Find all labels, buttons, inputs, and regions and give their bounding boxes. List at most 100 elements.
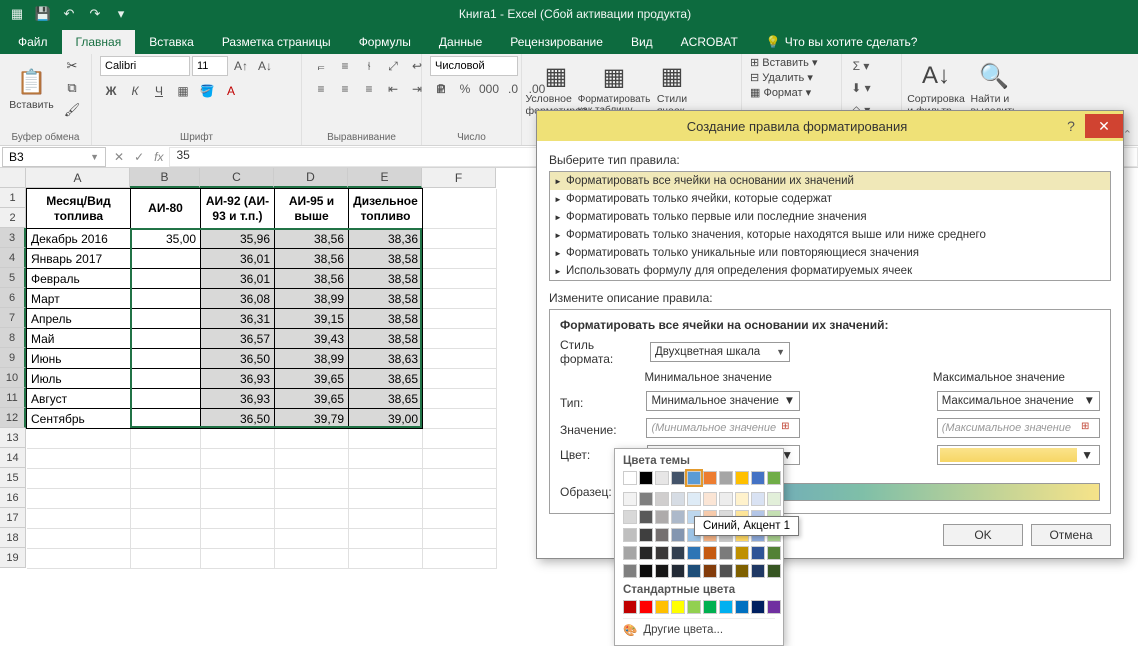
row-header-2[interactable]: 2 [0, 208, 26, 228]
row-header-15[interactable]: 15 [0, 468, 26, 488]
format-cells-button[interactable]: ▦ Формат ▾ [750, 86, 811, 99]
color-swatch[interactable] [735, 492, 749, 506]
table-cell[interactable] [131, 269, 201, 289]
name-box-dropdown-icon[interactable]: ▼ [90, 152, 99, 162]
color-swatch[interactable] [623, 546, 637, 560]
row-header-17[interactable]: 17 [0, 508, 26, 528]
save-button[interactable]: 💾 [32, 3, 54, 25]
row-header-10[interactable]: 10 [0, 368, 26, 388]
color-swatch[interactable] [735, 564, 749, 578]
tab-review[interactable]: Рецензирование [496, 30, 617, 54]
table-header-cell[interactable]: АИ-95 и выше [275, 189, 349, 229]
color-swatch[interactable] [639, 510, 653, 524]
color-swatch[interactable] [767, 546, 781, 560]
col-header-A[interactable]: A [26, 168, 130, 188]
align-top-button[interactable]: ⫭ [310, 56, 332, 76]
color-swatch[interactable] [703, 546, 717, 560]
table-cell[interactable] [131, 249, 201, 269]
color-swatch[interactable] [751, 564, 765, 578]
delete-cells-button[interactable]: ⊟ Удалить ▾ [750, 71, 813, 84]
increase-decimal-button[interactable]: .0 [502, 79, 524, 99]
color-swatch[interactable] [719, 546, 733, 560]
table-row-month[interactable]: Январь 2017 [27, 249, 131, 269]
align-center-button[interactable]: ≡ [334, 79, 356, 99]
color-swatch[interactable] [751, 546, 765, 560]
min-value-input[interactable]: (Минимальное значение⊞ [646, 418, 800, 438]
table-cell[interactable]: 38,58 [349, 269, 423, 289]
max-type-combo[interactable]: Максимальное значение▼ [937, 391, 1100, 411]
color-swatch[interactable] [719, 471, 733, 485]
row-header-14[interactable]: 14 [0, 448, 26, 468]
decrease-indent-button[interactable]: ⇤ [382, 79, 404, 99]
cancel-button[interactable]: Отмена [1031, 524, 1111, 546]
table-cell[interactable]: 38,58 [349, 309, 423, 329]
color-swatch[interactable] [623, 564, 637, 578]
font-color-button[interactable]: A [220, 81, 242, 101]
table-row-month[interactable]: Июль [27, 369, 131, 389]
color-swatch[interactable] [767, 600, 781, 614]
color-swatch[interactable] [703, 564, 717, 578]
table-row-month[interactable]: Июнь [27, 349, 131, 369]
comma-button[interactable]: 000 [478, 79, 500, 99]
table-cell[interactable]: 36,31 [201, 309, 275, 329]
row-header-9[interactable]: 9 [0, 348, 26, 368]
max-color-picker[interactable]: ▼ [937, 445, 1100, 465]
color-swatch[interactable] [623, 471, 637, 485]
tell-me[interactable]: 💡Что вы хотите сделать? [752, 30, 932, 54]
color-swatch[interactable] [751, 600, 765, 614]
row-header-18[interactable]: 18 [0, 528, 26, 548]
table-cell[interactable] [131, 349, 201, 369]
table-cell[interactable]: 38,58 [349, 289, 423, 309]
color-swatch[interactable] [655, 546, 669, 560]
table-row-month[interactable]: Апрель [27, 309, 131, 329]
table-cell[interactable] [131, 389, 201, 409]
ok-button[interactable]: OK [943, 524, 1023, 546]
color-swatch[interactable] [703, 600, 717, 614]
color-swatch[interactable] [735, 600, 749, 614]
color-swatch[interactable] [687, 564, 701, 578]
more-colors-item[interactable]: 🎨 Другие цвета... [623, 618, 775, 641]
color-swatch[interactable] [767, 564, 781, 578]
tab-acrobat[interactable]: ACROBAT [667, 30, 752, 54]
color-swatch[interactable] [687, 471, 701, 485]
row-header-7[interactable]: 7 [0, 308, 26, 328]
number-format-combo[interactable]: Числовой [430, 56, 518, 76]
color-swatch[interactable] [687, 546, 701, 560]
table-header-cell[interactable]: АИ-92 (АИ- 93 и т.п.) [201, 189, 275, 229]
dialog-titlebar[interactable]: Создание правила форматирования ? ✕ [537, 111, 1123, 141]
redo-button[interactable]: ↷ [84, 3, 106, 25]
cut-button[interactable]: ✂ [61, 56, 83, 76]
color-swatch[interactable] [655, 600, 669, 614]
fill-button[interactable]: ⬇ ▾ [850, 78, 872, 98]
table-cell[interactable]: 39,15 [275, 309, 349, 329]
row-header-12[interactable]: 12 [0, 408, 26, 428]
orientation-button[interactable]: ⤢ [382, 56, 404, 76]
color-swatch[interactable] [623, 600, 637, 614]
range-picker-icon[interactable]: ⊞ [781, 421, 795, 435]
color-swatch[interactable] [655, 528, 669, 542]
row-header-6[interactable]: 6 [0, 288, 26, 308]
rule-type-list[interactable]: Форматировать все ячейки на основании их… [549, 171, 1111, 281]
rule-type-item[interactable]: Форматировать только уникальные или повт… [550, 244, 1110, 262]
color-swatch[interactable] [671, 528, 685, 542]
color-swatch[interactable] [655, 564, 669, 578]
color-swatch[interactable] [735, 546, 749, 560]
table-row-month[interactable]: Март [27, 289, 131, 309]
qat-customize[interactable]: ▾ [110, 3, 132, 25]
color-swatch[interactable] [623, 492, 637, 506]
row-header-1[interactable]: 1 [0, 188, 26, 208]
table-cell[interactable]: 35,00 [131, 229, 201, 249]
row-header-13[interactable]: 13 [0, 428, 26, 448]
col-header-C[interactable]: C [200, 168, 274, 188]
increase-font-button[interactable]: A↑ [230, 56, 252, 76]
dialog-close-button[interactable]: ✕ [1085, 114, 1123, 138]
table-cell[interactable]: 39,00 [349, 409, 423, 429]
tab-home[interactable]: Главная [62, 30, 136, 54]
color-swatch[interactable] [687, 492, 701, 506]
font-size-combo[interactable]: 11 [192, 56, 228, 76]
format-style-combo[interactable]: Двухцветная шкала▼ [650, 342, 790, 362]
table-header-cell[interactable]: Месяц/Вид топлива [27, 189, 131, 229]
undo-button[interactable]: ↶ [58, 3, 80, 25]
color-swatch[interactable] [767, 471, 781, 485]
table-cell[interactable]: 39,43 [275, 329, 349, 349]
